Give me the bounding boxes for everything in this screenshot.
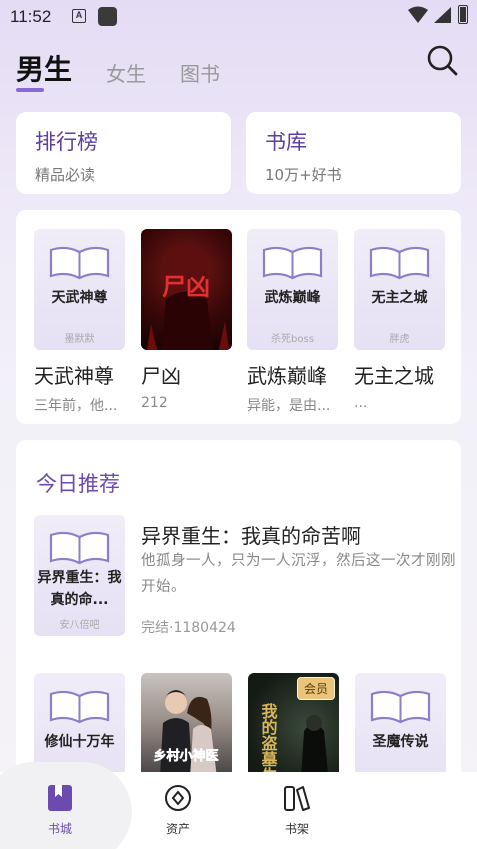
book-intro: 212: [141, 395, 168, 411]
tab-male[interactable]: 男生: [16, 48, 73, 92]
nav-assets[interactable]: 资产: [138, 784, 218, 837]
book-name: 无主之城: [354, 364, 434, 388]
cover-author: 胖虎: [389, 334, 410, 345]
nav-assets-label: 资产: [165, 822, 190, 836]
nav-bookstore[interactable]: 书城: [20, 784, 100, 837]
nav-bookshelf-label: 书架: [284, 822, 309, 836]
nav-bookshelf[interactable]: 书架: [257, 784, 337, 837]
search-icon[interactable]: [424, 42, 460, 78]
open-book-icon: [262, 246, 323, 280]
book-cover: 无主之城 胖虎: [354, 229, 445, 350]
featured-description: 他孤身一人，只为一人沉浮，然后这一次才刚刚开始。: [141, 553, 456, 595]
bottom-nav: 书城 资产 书架: [0, 762, 477, 849]
book-name: 天武神尊: [34, 364, 114, 388]
cover-author: 安八倍吧: [59, 620, 100, 631]
nav-bookstore-label: 书城: [47, 822, 72, 836]
book-item[interactable]: 天武神尊 墨默默 天武神尊 三年前，他...: [34, 229, 125, 415]
a-box-icon: A: [72, 9, 86, 23]
ranking-title: 排行榜: [35, 130, 98, 154]
book-item[interactable]: 尸凶 尸凶 212: [141, 229, 232, 411]
ranking-card[interactable]: 排行榜 精品必读: [16, 112, 231, 194]
book-item[interactable]: 武炼巅峰 杀死boss 武炼巅峰 异能，是由...: [247, 229, 338, 415]
book-intro: 异能，是由...: [247, 398, 331, 414]
book-intro: ...: [354, 395, 368, 411]
cover-title: 武炼巅峰: [264, 290, 321, 306]
cover-title: 无主之城: [371, 290, 428, 306]
book-name: 武炼巅峰: [247, 364, 327, 388]
featured-book-cover[interactable]: 异界重生：我真的命... 安八倍吧: [34, 515, 125, 636]
cover-title: 天武神尊: [51, 290, 108, 306]
book-cover: 异界重生：我真的命... 安八倍吧: [34, 515, 125, 636]
cover-title: 异界重生：我真的命...: [37, 570, 122, 608]
bookmark-book-icon: [48, 785, 72, 811]
tab-male-label: 男生: [16, 53, 73, 86]
cover-title: 圣魔传说: [372, 734, 429, 750]
book-row-card: 天武神尊 墨默默 天武神尊 三年前，他... 尸凶 尸凶 212 武炼巅峰 杀死…: [16, 210, 461, 424]
book-cover: 武炼巅峰 杀死boss: [247, 229, 338, 350]
cover-title: 修仙十万年: [44, 734, 115, 750]
library-title: 书库: [265, 130, 307, 154]
open-book-icon: [49, 531, 110, 565]
featured-title[interactable]: 异界重生：我真的命苦啊: [141, 520, 361, 549]
open-book-icon: [49, 690, 110, 724]
cover-title: 乡村小神医: [153, 748, 218, 764]
ranking-subtitle: 精品必读: [35, 166, 96, 184]
open-book-icon: [370, 690, 431, 724]
wifi-icon: [408, 6, 428, 23]
signal-icon: [434, 7, 451, 23]
book-cover-image: 尸凶: [141, 229, 232, 350]
cover-author: 墨默默: [64, 334, 95, 345]
open-book-icon: [369, 246, 430, 280]
open-book-icon: [49, 246, 110, 280]
vip-badge: 会员: [296, 677, 335, 700]
status-bar: 11:52 A: [0, 0, 477, 34]
library-subtitle: 10万+好书: [265, 166, 342, 184]
tab-books[interactable]: 图书: [180, 58, 220, 87]
cover-title: 尸凶: [162, 272, 210, 301]
tab-female[interactable]: 女生: [106, 58, 146, 87]
featured-meta: 完结·1180424: [141, 620, 236, 636]
recommend-heading: 今日推荐: [36, 472, 120, 496]
bookshelf-icon: [284, 786, 310, 811]
battery-icon: [458, 5, 468, 24]
coin-diamond-icon: [165, 785, 191, 811]
tab-active-underline: [16, 88, 44, 92]
status-time: 11:52: [10, 7, 52, 26]
book-name: 尸凶: [141, 364, 181, 388]
cover-author: 杀死boss: [271, 334, 314, 345]
book-intro: 三年前，他...: [34, 398, 118, 414]
horror-figure-icon: 尸凶: [147, 245, 229, 350]
book-cover: 天武神尊 墨默默: [34, 229, 125, 350]
book-item[interactable]: 无主之城 胖虎 无主之城 ...: [354, 229, 445, 411]
library-card[interactable]: 书库 10万+好书: [246, 112, 461, 194]
app-square-icon: [98, 7, 117, 26]
